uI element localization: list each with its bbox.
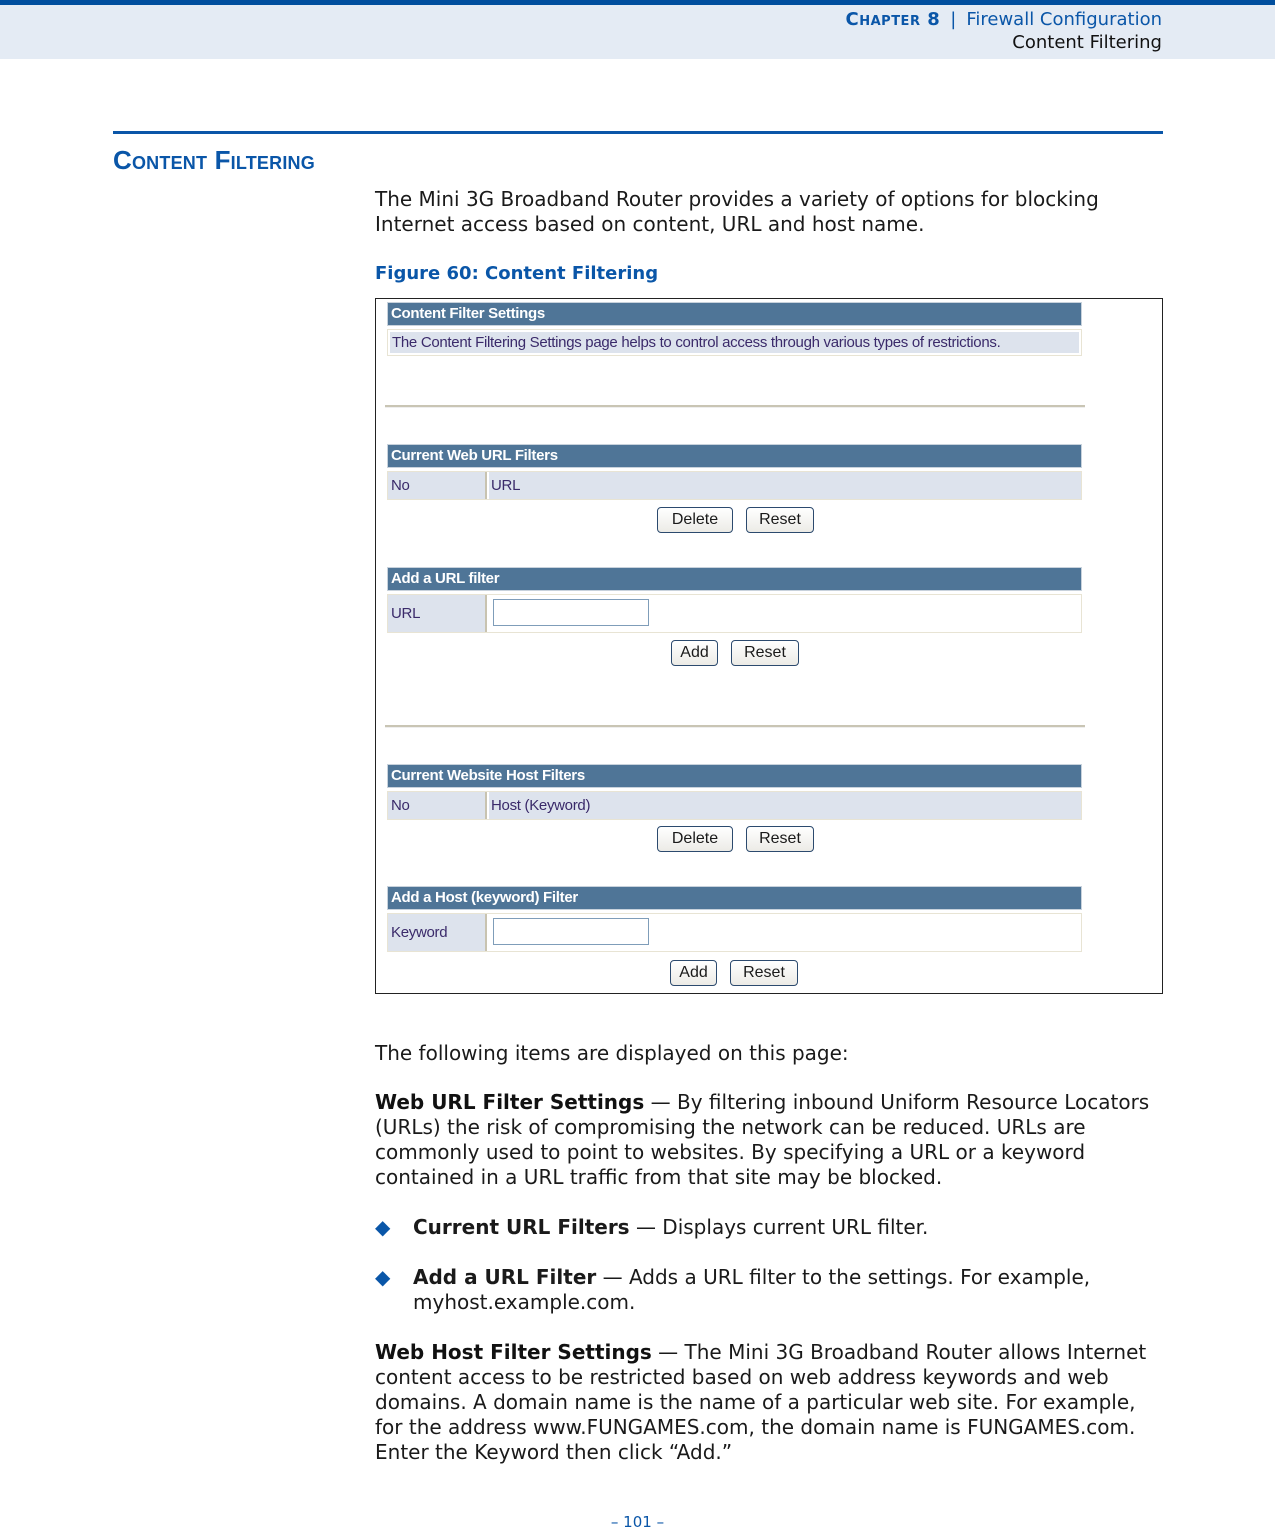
bullet-current-url-filters: Current URL Filters — Displays current U… <box>413 1215 1173 1240</box>
bullet-diamond-icon: ◆ <box>375 1265 391 1289</box>
add-url-button[interactable]: Add <box>671 640 718 666</box>
running-header: Chapter 8 | Firewall Configuration Content… <box>0 0 1275 59</box>
add-keyword-row: Keyword <box>387 913 1082 952</box>
keyword-field-label: Keyword <box>388 914 487 951</box>
section-rule <box>113 131 1163 134</box>
figure-caption: Figure 60: Content Filtering <box>375 263 659 284</box>
url-input[interactable] <box>493 599 649 626</box>
host-filters-table-header: No Host (Keyword) <box>387 791 1082 820</box>
column-header-no: No <box>388 792 487 819</box>
reset-url-filters-button[interactable]: Reset <box>746 507 814 533</box>
panel-header-current-url-filters: Current Web URL Filters <box>387 444 1082 468</box>
url-filters-table-header: No URL <box>387 471 1082 500</box>
delete-host-filter-button[interactable]: Delete <box>657 826 733 852</box>
keyword-input[interactable] <box>493 918 649 945</box>
web-url-filter-paragraph: Web URL Filter Settings — By filtering i… <box>375 1090 1165 1190</box>
reset-keyword-input-button[interactable]: Reset <box>730 960 798 986</box>
intro-paragraph: The Mini 3G Broadband Router provides a … <box>375 187 1099 236</box>
items-intro: The following items are displayed on thi… <box>375 1041 849 1065</box>
chapter-title: Firewall Configuration <box>966 9 1162 30</box>
panel-header-add-url-filter: Add a URL filter <box>387 567 1082 591</box>
header-separator: | <box>950 9 957 30</box>
reset-url-input-button[interactable]: Reset <box>731 640 799 666</box>
divider <box>385 405 1085 408</box>
section-title: Content Filtering <box>113 145 315 175</box>
chapter-label: Chapter 8 <box>845 9 941 30</box>
settings-description-row: The Content Filtering Settings page help… <box>387 329 1082 356</box>
panel-header-current-host-filters: Current Website Host Filters <box>387 764 1082 788</box>
chapter-line: Chapter 8 | Firewall Configuration <box>846 9 1162 30</box>
keyword-field-cell <box>489 914 1081 951</box>
column-header-host-keyword: Host (Keyword) <box>489 792 1081 819</box>
url-field-cell <box>489 595 1081 632</box>
header-top-bar <box>0 0 1275 5</box>
url-field-label: URL <box>388 595 487 632</box>
reset-host-filters-button[interactable]: Reset <box>746 826 814 852</box>
add-url-row: URL <box>387 594 1082 633</box>
column-header-url: URL <box>489 472 1081 499</box>
web-host-filter-paragraph: Web Host Filter Settings — The Mini 3G B… <box>375 1340 1165 1465</box>
term-add-url-filter: Add a URL Filter <box>413 1265 597 1289</box>
current-url-filters-description: — Displays current URL filter. <box>629 1215 929 1239</box>
panel-header-add-host-filter: Add a Host (keyword) Filter <box>387 886 1082 910</box>
divider <box>385 725 1085 728</box>
term-current-url-filters: Current URL Filters <box>413 1215 630 1239</box>
term-web-host-filter-settings: Web Host Filter Settings <box>375 1340 652 1364</box>
bullet-add-url-filter: Add a URL Filter — Adds a URL filter to … <box>413 1265 1143 1315</box>
page-number: – 101 – <box>610 1513 665 1531</box>
figure-screenshot: Content Filter Settings The Content Filt… <box>375 298 1163 994</box>
panel-header-content-filter-settings: Content Filter Settings <box>387 302 1082 326</box>
add-keyword-button[interactable]: Add <box>670 960 717 986</box>
bullet-diamond-icon: ◆ <box>375 1215 391 1239</box>
delete-url-filter-button[interactable]: Delete <box>657 507 733 533</box>
term-web-url-filter-settings: Web URL Filter Settings <box>375 1090 645 1114</box>
column-header-no: No <box>388 472 487 499</box>
header-section-name: Content Filtering <box>1012 32 1162 53</box>
settings-description: The Content Filtering Settings page help… <box>390 332 1079 353</box>
